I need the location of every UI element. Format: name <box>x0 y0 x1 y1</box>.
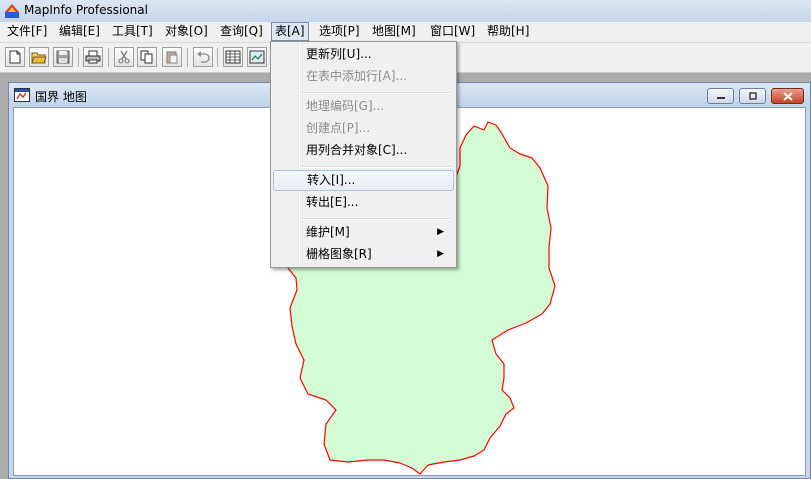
browser-icon <box>225 50 241 64</box>
submenu-arrow-icon: ▶ <box>437 249 444 259</box>
submenu-arrow-icon: ▶ <box>437 227 444 237</box>
menu-raster[interactable]: 栅格图象[R] ▶ <box>273 244 454 265</box>
menu-update-column[interactable]: 更新列[U]... <box>273 44 454 65</box>
menu-help[interactable]: 帮助[H] <box>484 23 532 40</box>
menu-separator <box>301 92 452 94</box>
print-icon <box>85 50 101 64</box>
map-window-icon <box>14 88 30 102</box>
menu-geocode: 地理编码[G]... <box>306 99 385 113</box>
menu-map[interactable]: 地图[M] <box>369 23 419 40</box>
close-button[interactable] <box>771 88 804 104</box>
menu-table[interactable]: 表[A] <box>271 22 309 41</box>
menu-query[interactable]: 查询[Q] <box>217 23 266 40</box>
toolbar-separator <box>187 48 188 67</box>
menu-edit[interactable]: 编辑[E] <box>56 23 103 40</box>
restore-button[interactable] <box>739 88 766 104</box>
minimize-icon <box>716 97 725 99</box>
cut-icon <box>118 50 130 64</box>
copy-button[interactable] <box>137 47 157 67</box>
open-button[interactable] <box>29 47 49 67</box>
new-file-icon <box>9 50 21 64</box>
menu-tools[interactable]: 工具[T] <box>109 23 156 40</box>
menu-maintenance[interactable]: 维护[M] ▶ <box>273 222 454 243</box>
menu-separator <box>301 166 452 168</box>
map-window-title: 国界 地图 <box>35 90 87 104</box>
paste-button[interactable] <box>162 47 182 67</box>
menu-maintenance-label: 维护[M] <box>306 225 350 239</box>
print-button[interactable] <box>83 47 103 67</box>
undo-button[interactable] <box>193 47 213 67</box>
save-button[interactable] <box>53 47 73 67</box>
paste-icon <box>166 51 178 64</box>
toolbar-separator <box>108 48 109 67</box>
menu-combine-objects[interactable]: 用列合并对象[C]... <box>273 140 454 161</box>
minimize-button[interactable] <box>707 88 734 104</box>
cut-button[interactable] <box>114 47 134 67</box>
menu-export[interactable]: 转出[E]... <box>273 192 454 213</box>
open-folder-icon <box>31 52 47 64</box>
save-icon <box>56 50 70 64</box>
new-map-icon <box>249 50 265 64</box>
close-icon <box>782 91 793 101</box>
menu-create-points: 创建点[P]... <box>306 121 371 135</box>
new-map-button[interactable] <box>247 47 267 67</box>
mapinfo-app-icon <box>5 4 19 18</box>
restore-icon <box>748 92 757 100</box>
undo-icon <box>197 51 210 63</box>
copy-icon <box>140 50 153 64</box>
menu-window[interactable]: 窗口[W] <box>427 23 478 40</box>
menu-file[interactable]: 文件[F] <box>4 23 50 40</box>
menubar: 文件[F] 编辑[E] 工具[T] 对象[O] 查询[Q] 表[A] 选项[P]… <box>0 22 811 43</box>
app-titlebar: MapInfo Professional <box>0 0 811 23</box>
menu-separator <box>301 218 452 220</box>
menu-options[interactable]: 选项[P] <box>316 23 363 40</box>
new-file-button[interactable] <box>5 47 25 67</box>
browser-button[interactable] <box>223 47 243 67</box>
toolbar-separator <box>217 48 218 67</box>
app-title: MapInfo Professional <box>24 3 148 17</box>
table-menu-dropdown: 更新列[U]... 在表中添加行[A]... 地理编码[G]... 创建点[P]… <box>270 41 457 268</box>
toolbar-separator <box>78 48 79 67</box>
menu-objects[interactable]: 对象[O] <box>162 23 211 40</box>
menu-append-rows: 在表中添加行[A]... <box>306 69 408 83</box>
menu-import[interactable]: 转入[I]... <box>273 170 454 191</box>
menu-raster-label: 栅格图象[R] <box>306 247 372 261</box>
